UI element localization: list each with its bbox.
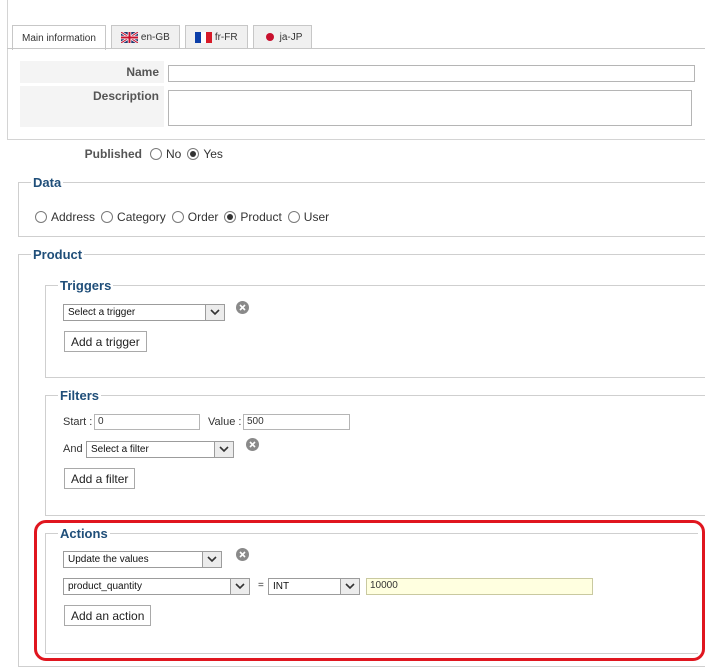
data-address-label: Address — [51, 210, 96, 224]
published-yes-label: Yes — [203, 147, 223, 161]
remove-trigger-icon[interactable] — [236, 301, 249, 314]
value-label: Value : — [208, 416, 242, 428]
language-tabs: Main information en-GB fr-FR ja-JP — [12, 25, 317, 50]
add-filter-button[interactable]: Add a filter — [64, 468, 136, 489]
name-label: Name — [20, 61, 164, 83]
triggers-legend: Triggers — [60, 278, 112, 293]
remove-filter-icon[interactable] — [246, 438, 259, 451]
published-no-label: No — [166, 147, 182, 161]
data-order-radio[interactable] — [171, 211, 184, 223]
data-address-radio[interactable] — [35, 211, 47, 223]
trigger-select-value: Select a trigger — [68, 307, 136, 318]
fr-flag-icon — [194, 31, 212, 43]
product-legend: Product — [33, 247, 83, 262]
add-trigger-button[interactable]: Add a trigger — [64, 331, 147, 352]
data-order-label: Order — [187, 210, 219, 224]
data-product-label: Product — [240, 210, 282, 224]
tab-ja-jp[interactable]: ja-JP — [252, 25, 313, 48]
tab-en-gb[interactable]: en-GB — [110, 25, 180, 48]
data-user-radio[interactable] — [287, 211, 300, 223]
published-row: Published No Yes — [20, 145, 700, 163]
published-no-radio[interactable] — [150, 148, 162, 160]
jp-flag-icon — [263, 32, 277, 42]
filters-legend: Filters — [60, 388, 100, 403]
start-label: Start : — [63, 416, 93, 428]
data-category-label: Category — [117, 210, 166, 224]
and-label: And — [63, 443, 83, 455]
tab-main-information[interactable]: Main information — [12, 25, 106, 50]
data-fieldset: Data Address Category Order Product User — [18, 175, 705, 237]
tab-fr-fr[interactable]: fr-FR — [184, 25, 248, 48]
chevron-down-icon — [205, 305, 224, 320]
tab-label: en-GB — [140, 31, 170, 43]
chevron-down-icon — [214, 442, 233, 457]
gb-flag-icon — [120, 31, 138, 43]
tab-label: Main information — [22, 32, 96, 44]
published-yes-radio[interactable] — [187, 148, 200, 160]
tab-label: fr-FR — [214, 31, 238, 43]
description-label-text: Description — [92, 89, 159, 103]
description-textarea[interactable] — [168, 90, 692, 126]
data-user-label: User — [303, 210, 330, 224]
tab-divider — [7, 48, 705, 49]
filter-select-value: Select a filter — [91, 444, 149, 455]
data-legend: Data — [33, 175, 62, 190]
value-input[interactable]: 500 — [243, 414, 350, 430]
filter-select[interactable]: Select a filter — [86, 441, 234, 458]
name-input[interactable] — [168, 65, 695, 82]
description-label: Description — [20, 86, 164, 127]
published-label: Published — [84, 147, 142, 161]
start-input[interactable]: 0 — [94, 414, 200, 430]
tab-label: ja-JP — [279, 31, 303, 43]
trigger-select[interactable]: Select a trigger — [63, 304, 225, 321]
data-category-radio[interactable] — [101, 211, 114, 223]
data-options: Address Category Order Product User — [35, 210, 335, 224]
triggers-fieldset: Triggers — [45, 278, 705, 378]
actions-highlight-box — [34, 520, 705, 661]
data-product-radio[interactable] — [224, 211, 237, 223]
